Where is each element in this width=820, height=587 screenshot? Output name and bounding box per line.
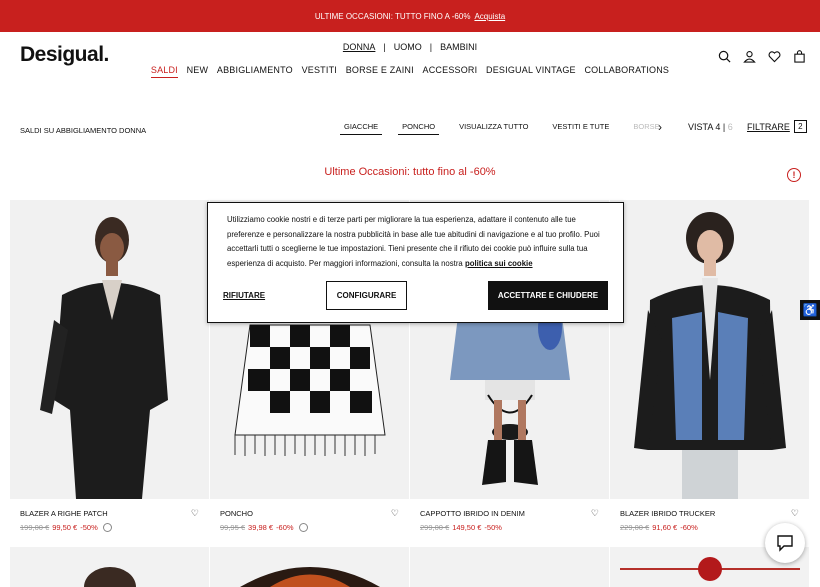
accessibility-icon[interactable]: ♿ bbox=[800, 300, 820, 320]
nav-item-collaborations[interactable]: COLLABORATIONS bbox=[584, 65, 669, 75]
product-name[interactable]: BLAZER IBRIDO TRUCKER bbox=[620, 509, 715, 518]
price-info-icon[interactable] bbox=[298, 523, 308, 532]
product-image[interactable] bbox=[410, 547, 609, 587]
chip-giacche[interactable]: GIACCHE bbox=[340, 122, 383, 135]
wishlist-heart-icon[interactable]: ♡ bbox=[191, 508, 199, 519]
old-price: 229,00 € bbox=[620, 523, 650, 532]
sale-price: 39,98 € bbox=[248, 523, 274, 532]
chip-visualizza-tutto[interactable]: VISUALIZZA TUTTO bbox=[455, 122, 532, 135]
heart-icon[interactable] bbox=[768, 50, 781, 63]
old-price: 99,95 € bbox=[220, 523, 246, 532]
discount-badge: -50% bbox=[484, 523, 502, 532]
product-image[interactable] bbox=[610, 200, 809, 499]
nav-item-borse-e-zaini[interactable]: BORSE E ZAINI bbox=[346, 65, 414, 75]
gender-nav: DONNA | UOMO | BAMBINI bbox=[0, 42, 820, 52]
promo-shop-link[interactable]: Acquista bbox=[474, 12, 505, 21]
filter-button[interactable]: FILTRARE 2 bbox=[747, 120, 807, 133]
reject-button[interactable]: RIFIUTARE bbox=[223, 291, 265, 300]
accept-button[interactable]: ACCETTARE E CHIUDERE bbox=[488, 281, 608, 310]
old-price: 299,00 € bbox=[420, 523, 450, 532]
user-icon[interactable] bbox=[743, 50, 756, 63]
cookie-policy-link[interactable]: politica sui cookie bbox=[465, 259, 533, 268]
header-icons bbox=[718, 50, 806, 63]
product-prices: 229,00 € 91,60 € -60% bbox=[620, 523, 698, 532]
nav-item-abbigliamento[interactable]: ABBIGLIAMENTO bbox=[217, 65, 293, 75]
sale-price: 149,50 € bbox=[452, 523, 482, 532]
product-meta: CAPPOTTO IBRIDO IN DENIM ♡ 299,00 € 149,… bbox=[410, 499, 609, 547]
view-6-option[interactable]: 6 bbox=[728, 122, 733, 132]
discount-badge: -60% bbox=[276, 523, 294, 532]
info-icon[interactable]: ! bbox=[787, 168, 801, 182]
main-nav: SALDI NEW ABBIGLIAMENTO VESTITI BORSE E … bbox=[0, 65, 820, 78]
product-image[interactable] bbox=[10, 547, 209, 587]
product-meta: PONCHO ♡ 99,95 € 39,98 € -60% bbox=[210, 499, 409, 547]
product-image[interactable] bbox=[210, 547, 409, 587]
nav-item-vestiti[interactable]: VESTITI bbox=[302, 65, 337, 75]
discount-badge: -60% bbox=[680, 523, 698, 532]
filter-label: FILTRARE bbox=[747, 121, 790, 132]
view-separator: | bbox=[722, 122, 726, 132]
configure-button[interactable]: CONFIGURARE bbox=[326, 281, 407, 310]
promo-text: ULTIME OCCASIONI: TUTTO FINO A -60% bbox=[314, 11, 471, 21]
gender-tab-donna[interactable]: DONNA bbox=[343, 42, 376, 52]
product-prices: 299,00 € 149,50 € -50% bbox=[420, 523, 502, 532]
nav-separator: | bbox=[383, 42, 386, 52]
product-prices: 199,00 € 99,50 € -50% bbox=[20, 523, 112, 532]
wishlist-heart-icon[interactable]: ♡ bbox=[391, 508, 399, 519]
product-image[interactable] bbox=[10, 200, 209, 499]
category-chips: GIACCHE PONCHO VISUALIZZA TUTTO VESTITI … bbox=[340, 122, 664, 135]
filter-count-badge: 2 bbox=[793, 120, 807, 133]
category-toolbar: SALDI SU ABBIGLIAMENTO DONNA GIACCHE PON… bbox=[0, 118, 820, 138]
sale-price: 91,60 € bbox=[652, 523, 678, 532]
view-4-option[interactable]: VISTA 4 bbox=[688, 122, 720, 132]
bag-icon[interactable] bbox=[793, 50, 806, 63]
product-name[interactable]: CAPPOTTO IBRIDO IN DENIM bbox=[420, 509, 525, 518]
chip-poncho[interactable]: PONCHO bbox=[398, 122, 440, 135]
cookie-consent-dialog: Utilizziamo cookie nostri e di terze par… bbox=[207, 202, 624, 323]
chat-icon bbox=[777, 535, 793, 552]
cookie-text-block: Utilizziamo cookie nostri e di terze par… bbox=[227, 213, 607, 271]
sale-banner: Ultime Occasioni: tutto fino al -60% bbox=[324, 166, 496, 178]
product-prices: 99,95 € 39,98 € -60% bbox=[220, 523, 308, 532]
search-icon[interactable] bbox=[718, 50, 731, 63]
nav-item-desigual-vintage[interactable]: DESIGUAL VINTAGE bbox=[486, 65, 576, 75]
nav-item-accessori[interactable]: ACCESSORI bbox=[423, 65, 478, 75]
breadcrumb: SALDI SU ABBIGLIAMENTO DONNA bbox=[20, 126, 147, 135]
gender-tab-uomo[interactable]: UOMO bbox=[394, 42, 422, 52]
cookie-message: Utilizziamo cookie nostri e di terze par… bbox=[227, 215, 600, 268]
product-meta: BLAZER A RIGHE PATCH ♡ 199,00 € 99,50 € … bbox=[10, 499, 209, 547]
promo-bar: ULTIME OCCASIONI: TUTTO FINO A -60% Acqu… bbox=[0, 0, 820, 32]
discount-badge: -50% bbox=[80, 523, 98, 532]
price-info-icon[interactable] bbox=[102, 523, 112, 532]
nav-item-saldi[interactable]: SALDI bbox=[150, 65, 178, 78]
chip-vestiti-e-tute[interactable]: VESTITI E TUTE bbox=[548, 122, 613, 135]
gender-tab-bambini[interactable]: BAMBINI bbox=[440, 42, 477, 52]
wishlist-heart-icon[interactable]: ♡ bbox=[791, 508, 799, 519]
nav-item-new[interactable]: NEW bbox=[187, 65, 209, 75]
view-toggle: VISTA 4 | 6 bbox=[688, 122, 733, 132]
product-name[interactable]: PONCHO bbox=[220, 509, 253, 518]
chevron-right-icon[interactable]: › bbox=[658, 120, 662, 134]
wishlist-heart-icon[interactable]: ♡ bbox=[591, 508, 599, 519]
product-name[interactable]: BLAZER A RIGHE PATCH bbox=[20, 509, 108, 518]
old-price: 199,00 € bbox=[20, 523, 50, 532]
site-header: Desigual. DONNA | UOMO | BAMBINI SALDI NEW A… bbox=[0, 32, 820, 90]
sale-price: 99,50 € bbox=[52, 523, 78, 532]
chat-button[interactable] bbox=[765, 523, 805, 563]
nav-separator: | bbox=[429, 42, 433, 52]
